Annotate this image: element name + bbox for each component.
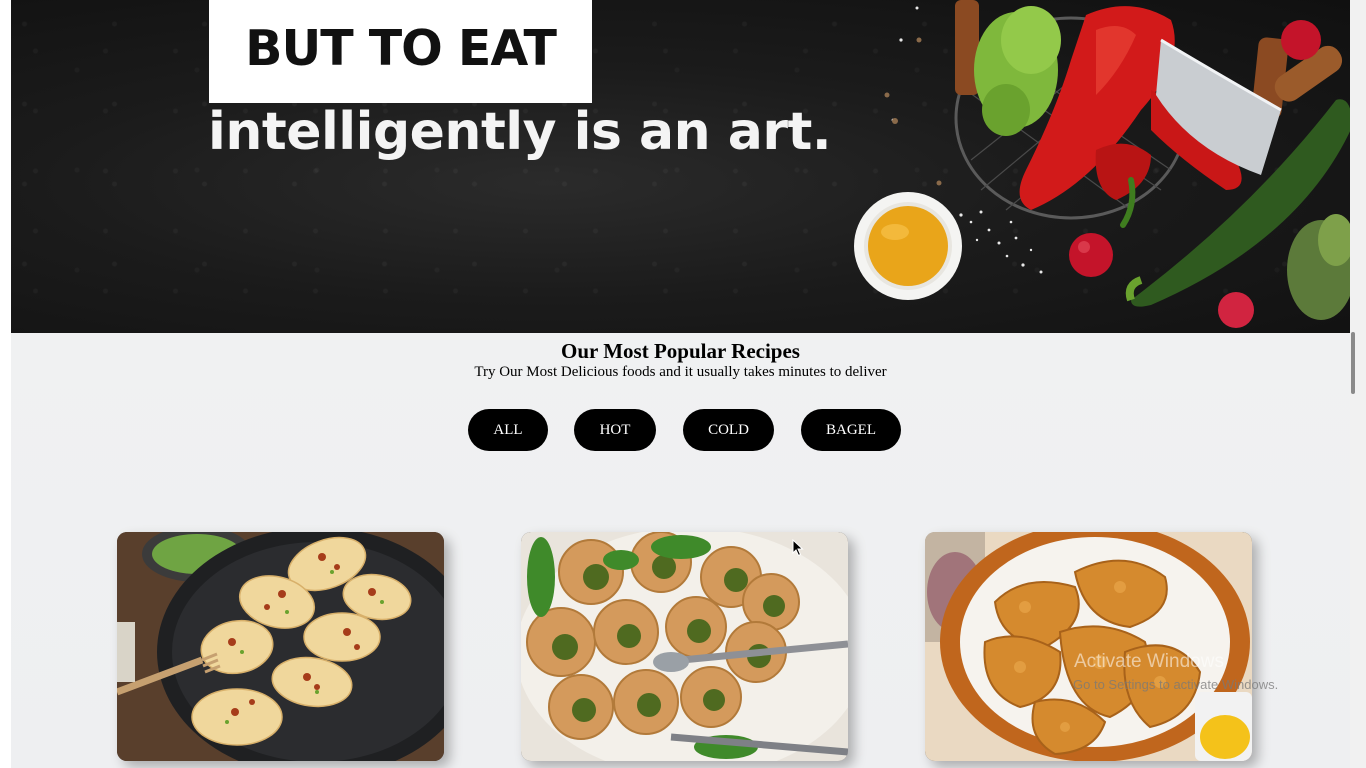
- filter-all-button[interactable]: ALL: [468, 409, 548, 451]
- watermark-subtitle: Go to Settings to activate Windows.: [1073, 677, 1279, 692]
- recipe-card-dumplings[interactable]: [117, 532, 444, 761]
- escargot-image: [521, 532, 848, 761]
- watermark-title: Activate Windows: [1074, 651, 1224, 672]
- hero-headline-box: BUT TO EAT: [209, 0, 592, 103]
- filter-cold-button[interactable]: COLD: [683, 409, 774, 451]
- recipe-card-escargot[interactable]: [521, 532, 848, 761]
- mouse-cursor-icon: [792, 539, 804, 557]
- filter-hot-button[interactable]: HOT: [574, 409, 656, 451]
- popular-recipes-section: Our Most Popular Recipes Try Our Most De…: [11, 333, 1350, 768]
- hero-vegetables-image: [854, 0, 1354, 328]
- dumplings-image: [117, 532, 444, 761]
- section-subtitle: Try Our Most Delicious foods and it usua…: [474, 364, 887, 380]
- hero-headline: BUT TO EAT: [245, 20, 557, 77]
- hero-banner: BUT TO EAT intelligently is an art.: [11, 0, 1354, 333]
- fried-chicken-image: [925, 532, 1252, 761]
- page: BUT TO EAT intelligently is an art. Our …: [0, 0, 1366, 768]
- recipe-card-fried-chicken[interactable]: [925, 532, 1252, 761]
- scrollbar-thumb[interactable]: [1351, 332, 1355, 394]
- section-title: Our Most Popular Recipes: [561, 339, 800, 363]
- hero-tagline: intelligently is an art.: [208, 102, 832, 162]
- filter-bagel-button[interactable]: BAGEL: [801, 409, 901, 451]
